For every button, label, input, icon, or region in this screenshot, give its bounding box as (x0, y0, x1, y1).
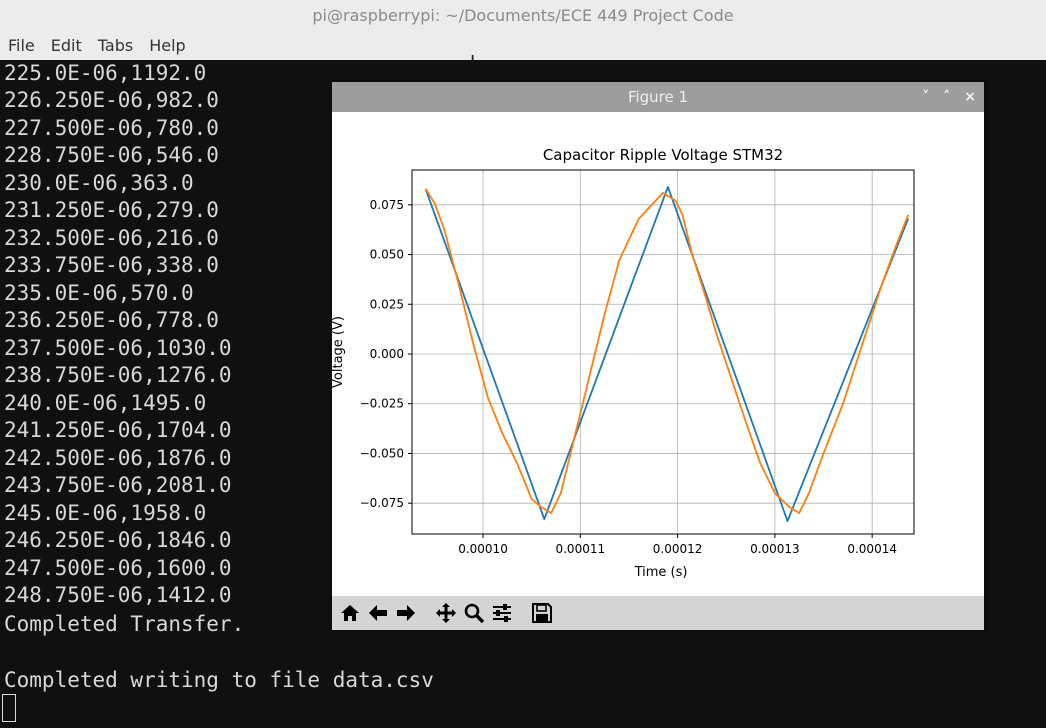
series-line-2 (424, 188, 910, 515)
terminal-line: 225.0E-06,1192.0 (4, 61, 207, 85)
chart[interactable]: Capacitor Ripple Voltage STM32 0.00010 0.… (332, 112, 984, 596)
pan-icon[interactable] (434, 600, 458, 626)
terminal-line: 245.0E-06,1958.0 (4, 501, 207, 525)
figure-title: Figure 1 (627, 88, 689, 106)
save-icon[interactable] (530, 600, 554, 626)
terminal-line: 241.250E-06,1704.0 (4, 418, 232, 442)
terminal-line: 228.750E-06,546.0 (4, 143, 219, 167)
figure-window[interactable]: Figure 1 ˅ ˄ × Capacitor Ripple Voltage … (332, 82, 984, 630)
y-tick-label: 0.000 (370, 347, 404, 361)
terminal-line: 237.500E-06,1030.0 (4, 336, 232, 360)
terminal-line: 227.500E-06,780.0 (4, 116, 219, 140)
terminal-line: 231.250E-06,279.0 (4, 198, 219, 222)
terminal-line: 242.500E-06,1876.0 (4, 446, 232, 470)
figure-toolbar (332, 596, 984, 630)
terminal-line: Completed writing to file data.csv (4, 668, 434, 692)
terminal-cursor (2, 694, 16, 722)
y-tick-label: 0.025 (370, 297, 404, 311)
plot-area (411, 169, 915, 535)
y-tick-label: 0.075 (370, 198, 404, 212)
terminal-line: Completed Transfer. (4, 612, 245, 636)
terminal-line: 230.0E-06,363.0 (4, 171, 194, 195)
configure-icon[interactable] (490, 600, 514, 626)
zoom-icon[interactable] (462, 600, 486, 626)
maximize-icon[interactable]: ˄ (943, 89, 950, 105)
x-tick-label: 0.00011 (555, 542, 605, 556)
terminal-line: 243.750E-06,2081.0 (4, 473, 232, 497)
terminal-line: 248.750E-06,1412.0 (4, 583, 232, 607)
x-tick-label: 0.00010 (458, 542, 508, 556)
y-axis-label: Voltage (V) (332, 316, 346, 388)
terminal-line: 233.750E-06,338.0 (4, 253, 219, 277)
menu-tabs[interactable]: Tabs (90, 36, 141, 55)
y-tick-label: −0.025 (360, 397, 404, 411)
x-axis: 0.00010 0.00011 0.00012 0.00013 0.00014 (458, 534, 897, 556)
terminal-line: 235.0E-06,570.0 (4, 281, 194, 305)
y-tick-label: 0.050 (370, 248, 404, 262)
terminal-line: 236.250E-06,778.0 (4, 308, 219, 332)
terminal-line: 238.750E-06,1276.0 (4, 363, 232, 387)
terminal-line: 246.250E-06,1846.0 (4, 528, 232, 552)
figure-titlebar[interactable]: Figure 1 ˅ ˄ × (332, 82, 984, 112)
home-icon[interactable] (338, 600, 362, 626)
menu-edit[interactable]: Edit (43, 36, 90, 55)
forward-icon[interactable] (394, 600, 418, 626)
x-tick-label: 0.00012 (653, 542, 703, 556)
terminal-line: 232.500E-06,216.0 (4, 226, 219, 250)
x-tick-label: 0.00014 (847, 542, 897, 556)
terminal-line: 240.0E-06,1495.0 (4, 391, 207, 415)
close-icon[interactable]: × (964, 89, 976, 105)
y-tick-label: −0.050 (360, 446, 404, 460)
x-tick-label: 0.00013 (750, 542, 800, 556)
menu-help[interactable]: Help (141, 36, 193, 55)
terminal-line: 226.250E-06,982.0 (4, 88, 219, 112)
minimize-icon[interactable]: ˅ (922, 89, 929, 105)
y-axis: −0.075 −0.050 −0.025 0.000 0.025 0.050 0.075 (360, 198, 412, 510)
y-tick-label: −0.075 (360, 496, 404, 510)
chart-title: Capacitor Ripple Voltage STM32 (543, 146, 783, 164)
grid (412, 170, 914, 534)
terminal-line: 247.500E-06,1600.0 (4, 556, 232, 580)
menu-bar: File Edit Tabs Help (0, 30, 1046, 60)
x-axis-label: Time (s) (634, 565, 688, 580)
window-title: pi@raspberrypi: ~/Documents/ECE 449 Proj… (0, 0, 1046, 30)
back-icon[interactable] (366, 600, 390, 626)
menu-file[interactable]: File (0, 36, 43, 55)
